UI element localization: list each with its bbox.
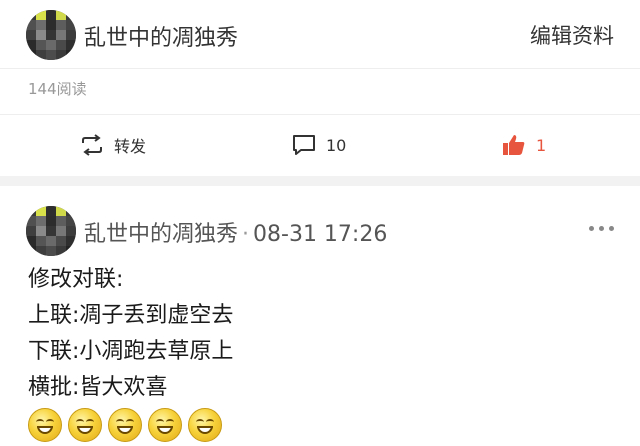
repost-icon bbox=[82, 134, 102, 156]
divider bbox=[0, 114, 640, 115]
comment-timestamp: 08-31 17:26 bbox=[253, 222, 388, 247]
repost-button[interactable]: 转发 bbox=[80, 130, 146, 160]
repost-label: 转发 bbox=[114, 137, 147, 156]
like-button[interactable]: 1 bbox=[502, 130, 546, 160]
avatar-pixel-grid bbox=[26, 10, 76, 60]
section-separator bbox=[0, 176, 640, 186]
comment-author-avatar[interactable] bbox=[26, 206, 76, 256]
like-count: 1 bbox=[536, 135, 547, 155]
more-icon-dot bbox=[609, 226, 614, 231]
post-author-name[interactable]: 乱世中的凋独秀 bbox=[84, 20, 238, 52]
thumbs-up-icon bbox=[503, 135, 525, 155]
comment-button[interactable]: 10 bbox=[292, 130, 346, 160]
grinning-emoji bbox=[148, 408, 182, 442]
grinning-emoji bbox=[68, 408, 102, 442]
comment-author-name[interactable]: 乱世中的凋独秀 bbox=[84, 222, 238, 247]
comment-text: 修改对联: 上联:凋子丢到虚空去 下联:小凋跑去草原上 横批:皆大欢喜 bbox=[28, 262, 233, 406]
divider bbox=[0, 68, 640, 69]
emoji-row bbox=[28, 408, 222, 442]
grinning-emoji bbox=[188, 408, 222, 442]
comment-meta: 乱世中的凋独秀 · 08-31 17:26 bbox=[84, 216, 387, 248]
more-options-button[interactable] bbox=[589, 226, 614, 231]
edit-profile-link[interactable]: 编辑资料 bbox=[530, 20, 614, 50]
grinning-emoji bbox=[28, 408, 62, 442]
comment-line: 下联:小凋跑去草原上 bbox=[28, 339, 234, 364]
post-card: 乱世中的凋独秀 编辑资料 144阅读 转发 10 1 bbox=[0, 0, 640, 176]
comment-line: 上联:凋子丢到虚空去 bbox=[28, 303, 234, 328]
comment-line: 横批:皆大欢喜 bbox=[28, 375, 168, 400]
more-icon-dot bbox=[599, 226, 604, 231]
grinning-emoji bbox=[108, 408, 142, 442]
comment-icon bbox=[293, 135, 315, 155]
more-icon bbox=[589, 226, 594, 231]
author-avatar[interactable] bbox=[26, 10, 76, 60]
comment-line: 修改对联: bbox=[28, 267, 124, 292]
read-count: 144阅读 bbox=[28, 80, 87, 98]
avatar-pixel-grid bbox=[26, 206, 76, 256]
meta-separator: · bbox=[242, 222, 250, 247]
comment-count: 10 bbox=[326, 135, 347, 155]
